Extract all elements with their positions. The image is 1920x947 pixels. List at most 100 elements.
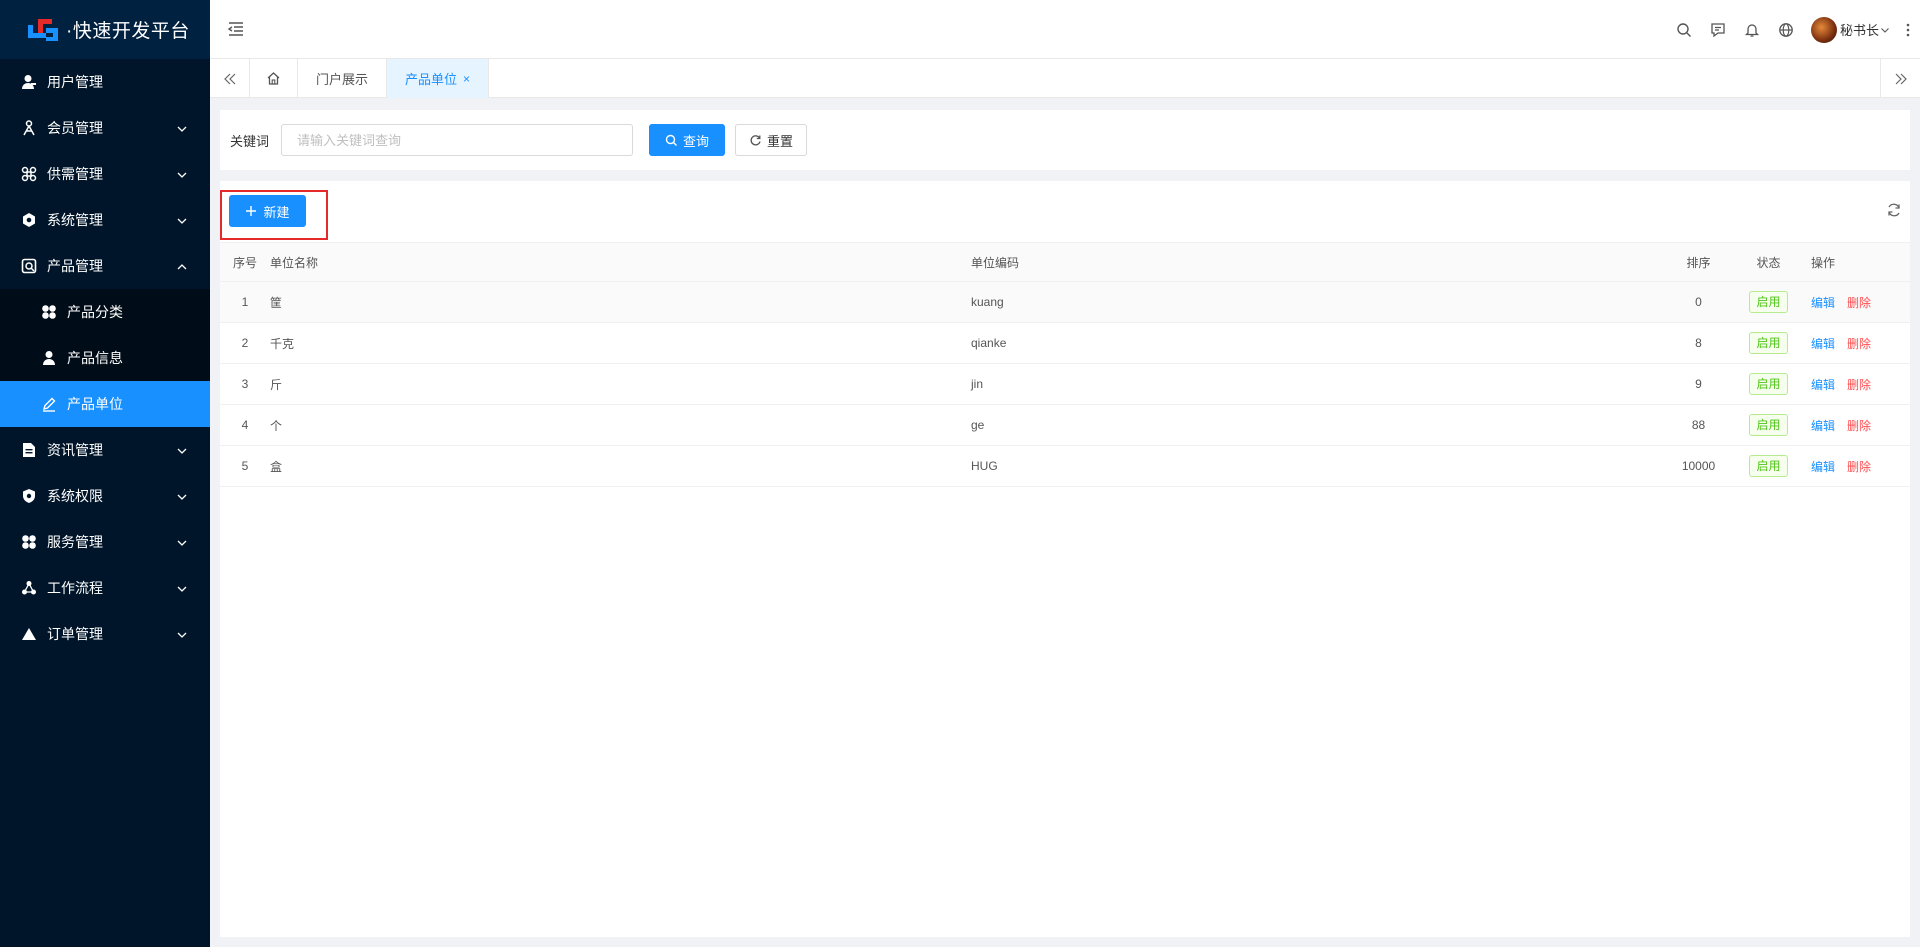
edit-link[interactable]: 编辑 — [1811, 296, 1835, 310]
delete-link[interactable]: 删除 — [1847, 419, 1871, 433]
table-card: 新建 序号 单位名称 单位编码 排序 状态 操作 1 筐 kuang 0 启用 … — [220, 181, 1910, 937]
sidebar-item-label: 产品信息 — [67, 350, 123, 366]
bell-icon[interactable] — [1735, 0, 1769, 59]
status-badge: 启用 — [1749, 414, 1788, 436]
cell-code: qianke — [971, 322, 1671, 364]
cell-status: 启用 — [1726, 445, 1811, 487]
globe-icon[interactable] — [1769, 0, 1803, 59]
search-button[interactable]: 查询 — [649, 124, 726, 156]
sidebar-item-label: 系统管理 — [47, 212, 103, 228]
edit-link[interactable]: 编辑 — [1811, 378, 1835, 392]
sidebar-item-label: 资讯管理 — [47, 442, 103, 458]
workflow-icon — [20, 579, 38, 597]
sidebar-item-news[interactable]: 资讯管理 — [0, 427, 210, 473]
menu-fold-icon[interactable] — [227, 20, 245, 38]
edit-link[interactable]: 编辑 — [1811, 460, 1835, 474]
sidebar-item-label: 订单管理 — [47, 626, 103, 642]
tab-home[interactable] — [250, 59, 298, 98]
close-icon[interactable]: × — [463, 72, 470, 86]
message-icon[interactable] — [1701, 0, 1735, 59]
sidebar-item-user[interactable]: 用户管理 — [0, 59, 210, 105]
reset-button-label: 重置 — [767, 133, 794, 149]
reload-icon — [749, 134, 762, 147]
logo[interactable]: ·快速开发平台 — [0, 0, 210, 59]
chevron-down-icon — [176, 168, 188, 180]
chevron-down-icon — [176, 490, 188, 502]
avatar — [1810, 16, 1837, 43]
delete-link[interactable]: 删除 — [1847, 337, 1871, 351]
column-header: 单位名称 — [270, 242, 971, 282]
cell-name: 筐 — [270, 281, 971, 323]
user-menu[interactable]: 秘书长 — [1803, 0, 1896, 59]
sidebar-item-supply[interactable]: 供需管理 — [0, 151, 210, 197]
search-icon[interactable] — [1667, 0, 1701, 59]
sidebar: ·快速开发平台 用户管理 会员管理 供需管理 系统管理 产品管理 产品分类 产品… — [0, 0, 210, 947]
column-header: 单位编码 — [971, 242, 1671, 282]
sidebar-item-label: 工作流程 — [47, 580, 103, 596]
cell-status: 启用 — [1726, 404, 1811, 446]
sidebar-item-label: 会员管理 — [47, 120, 103, 136]
tabs: 门户展示 产品单位 × — [250, 59, 490, 98]
refresh-icon[interactable] — [1886, 202, 1902, 218]
cell-code: HUG — [971, 445, 1671, 487]
tab-label: 门户展示 — [316, 72, 369, 87]
sidebar-item-product[interactable]: 产品管理 — [0, 243, 210, 289]
sidebar-item-system[interactable]: 系统管理 — [0, 197, 210, 243]
cell-actions: 编辑 删除 — [1811, 404, 1910, 446]
keyword-label: 关键词 — [230, 133, 270, 149]
tab-product-unit[interactable]: 产品单位 × — [387, 59, 490, 98]
tab-portal[interactable]: 门户展示 — [298, 59, 388, 98]
tabs-scroll-left-icon[interactable] — [210, 59, 250, 98]
reset-button[interactable]: 重置 — [735, 124, 808, 156]
cell-name: 盒 — [270, 445, 971, 487]
edit-link[interactable]: 编辑 — [1811, 337, 1835, 351]
plus-icon — [245, 205, 258, 218]
user-icon — [40, 349, 58, 367]
sidebar-item-service[interactable]: 服务管理 — [0, 519, 210, 565]
cell-actions: 编辑 删除 — [1811, 363, 1910, 405]
command-icon — [20, 165, 38, 183]
sidebar-menu: 用户管理 会员管理 供需管理 系统管理 产品管理 产品分类 产品信息 产品单位 … — [0, 59, 210, 657]
gear-icon — [20, 211, 38, 229]
chevron-down-icon — [176, 582, 188, 594]
delete-link[interactable]: 删除 — [1847, 378, 1871, 392]
cell-status: 启用 — [1726, 281, 1811, 323]
tabs-scroll-right-icon[interactable] — [1880, 59, 1920, 98]
product-icon — [20, 257, 38, 275]
cell-index: 5 — [220, 445, 270, 487]
shield-icon — [20, 487, 38, 505]
keyword-input[interactable] — [281, 124, 634, 156]
more-icon[interactable] — [1896, 0, 1920, 59]
sidebar-item-order[interactable]: 订单管理 — [0, 611, 210, 657]
sidebar-item-product-info[interactable]: 产品信息 — [0, 335, 210, 381]
category-icon — [40, 303, 58, 321]
sidebar-item-workflow[interactable]: 工作流程 — [0, 565, 210, 611]
delete-link[interactable]: 删除 — [1847, 460, 1871, 474]
table-row: 5 盒 HUG 10000 启用 编辑 删除 — [220, 445, 1910, 487]
cell-sort: 10000 — [1671, 445, 1726, 487]
sidebar-item-product-category[interactable]: 产品分类 — [0, 289, 210, 335]
cell-status: 启用 — [1726, 322, 1811, 364]
edit-icon — [40, 395, 58, 413]
cell-sort: 88 — [1671, 404, 1726, 446]
table-row: 3 斤 jin 9 启用 编辑 删除 — [220, 363, 1910, 405]
tabs-bar: 门户展示 产品单位 × — [210, 59, 1920, 98]
edit-link[interactable]: 编辑 — [1811, 419, 1835, 433]
cell-index: 2 — [220, 322, 270, 364]
delete-link[interactable]: 删除 — [1847, 296, 1871, 310]
cell-code: ge — [971, 404, 1671, 446]
sidebar-item-member[interactable]: 会员管理 — [0, 105, 210, 151]
cell-index: 3 — [220, 363, 270, 405]
user-name: 秘书长 — [1839, 23, 1879, 38]
chevron-up-icon — [176, 260, 188, 272]
document-icon — [20, 441, 38, 459]
sidebar-item-product-unit[interactable]: 产品单位 — [0, 381, 210, 427]
sidebar-item-permission[interactable]: 系统权限 — [0, 473, 210, 519]
unit-table: 序号 单位名称 单位编码 排序 状态 操作 1 筐 kuang 0 启用 编辑删… — [220, 242, 1910, 487]
cell-code: jin — [971, 363, 1671, 405]
sidebar-item-label: 产品管理 — [47, 258, 103, 274]
new-button[interactable]: 新建 — [229, 195, 306, 227]
search-button-label: 查询 — [683, 133, 710, 149]
home-icon — [266, 71, 281, 86]
column-header: 序号 — [220, 242, 270, 282]
